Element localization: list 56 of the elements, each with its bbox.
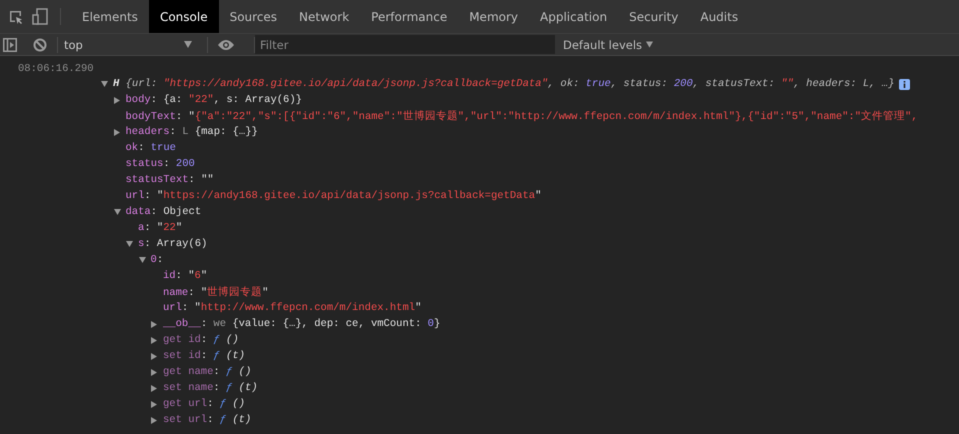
context-select[interactable]: top xyxy=(58,38,197,52)
expand-triangle-icon[interactable] xyxy=(151,416,157,424)
property-line: statusText: "" xyxy=(126,174,214,186)
expand-triangle-icon[interactable] xyxy=(114,209,120,215)
property-line: 0: xyxy=(150,254,164,266)
property-line: name: "世博园专题" xyxy=(163,285,268,299)
clear-console-icon[interactable] xyxy=(33,38,47,52)
expand-triangle-icon[interactable] xyxy=(138,257,146,263)
dropdown-caret-icon xyxy=(184,41,192,48)
property-line: data: Object xyxy=(126,206,202,218)
expand-triangle-icon[interactable] xyxy=(114,96,120,104)
property-line: url: "http://www.ffepcn.com/m/index.html" xyxy=(163,302,422,314)
expand-triangle-icon[interactable] xyxy=(151,336,157,344)
panel-tab[interactable]: Audits xyxy=(689,0,750,33)
device-toolbar-icon[interactable] xyxy=(32,8,48,25)
property-line: get id: ƒ () xyxy=(163,334,239,346)
log-levels-dropdown[interactable]: Default levels xyxy=(563,38,654,52)
panel-tab[interactable]: Console xyxy=(148,0,219,33)
expand-triangle-icon[interactable] xyxy=(114,128,120,136)
filter-field[interactable]: Filter xyxy=(255,35,555,54)
expand-triangle-icon[interactable] xyxy=(151,320,157,328)
property-line: a: "22" xyxy=(138,222,182,234)
panel-tab[interactable]: Memory xyxy=(458,0,530,33)
panel-tab[interactable]: Sources xyxy=(218,0,288,33)
expand-triangle-icon[interactable] xyxy=(126,241,133,247)
panel-tab[interactable]: Network xyxy=(288,0,360,33)
expand-triangle-icon[interactable] xyxy=(151,352,157,360)
dropdown-caret-icon xyxy=(646,41,654,48)
property-line: get name: ƒ () xyxy=(163,366,252,378)
panel-tab[interactable]: Application xyxy=(529,0,618,33)
property-line: status: 200 xyxy=(126,158,195,170)
property-line: get url: ƒ () xyxy=(163,398,245,410)
timestamp: 08:06:16.290 xyxy=(17,62,95,76)
property-line: body: {a: "22", s: Array(6)} xyxy=(126,94,302,106)
property-line: set id: ƒ (t) xyxy=(163,350,245,362)
expand-triangle-icon[interactable] xyxy=(151,384,157,392)
panel-tab[interactable]: Performance xyxy=(360,0,458,33)
inspect-icon[interactable] xyxy=(8,8,24,24)
panel-tab[interactable]: Security xyxy=(618,0,690,33)
property-line: ok: true xyxy=(126,142,176,154)
property-line: set url: ƒ (t) xyxy=(163,414,252,426)
property-line: H {url: "https://andy168.gitee.io/api/data/jsonp.js?callback=getData", ok: true, status: 200, statusText: "", headers: L, …} xyxy=(113,78,894,90)
property-line: set name: ƒ (t) xyxy=(163,382,258,394)
panel-tab[interactable]: Elements xyxy=(71,0,149,33)
property-line: url: "https://andy168.gitee.io/api/data/jsonp.js?callback=getData" xyxy=(126,190,542,202)
eye-icon[interactable] xyxy=(218,40,234,50)
property-line: s: Array(6) xyxy=(138,238,208,250)
sidebar-toggle-icon[interactable] xyxy=(3,38,17,52)
property-line: bodyText: "{"a":"22","s":[{"id":"6","name":"世博园专题","url":"http://www.ffepcn.com/m/index.html"},{"id":"5","name":"文件管理", xyxy=(126,109,918,123)
info-icon[interactable] xyxy=(899,78,910,90)
expand-triangle-icon[interactable] xyxy=(101,81,108,87)
property-line: id: "6" xyxy=(163,270,208,282)
expand-triangle-icon[interactable] xyxy=(151,368,157,376)
property-line: __ob__: we {value: {…}, dep: ce, vmCount: 0} xyxy=(163,318,440,330)
property-line: headers: L {map: {…}} xyxy=(126,126,258,138)
expand-triangle-icon[interactable] xyxy=(151,400,157,408)
